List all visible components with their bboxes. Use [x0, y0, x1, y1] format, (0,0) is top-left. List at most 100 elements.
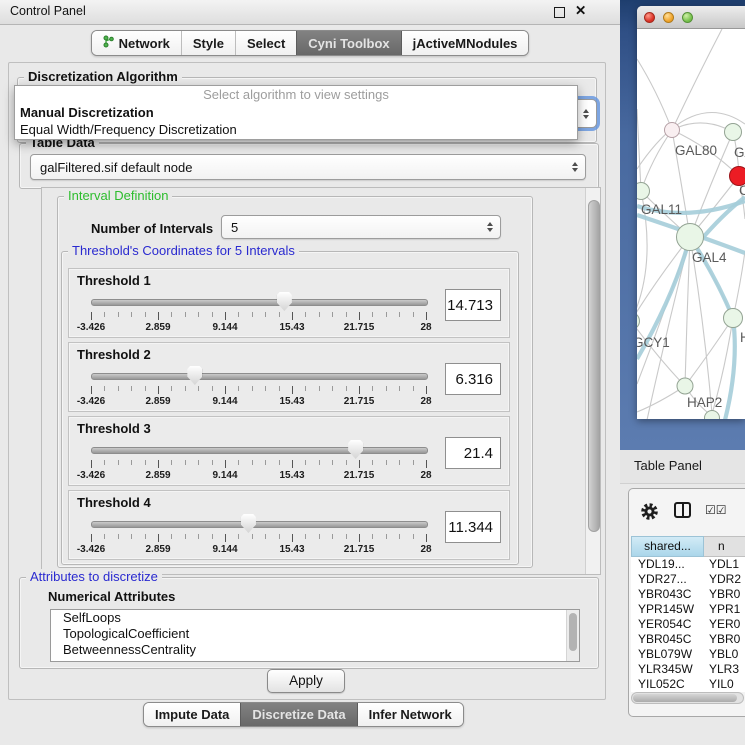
number-of-intervals-label: Number of Intervals [91, 221, 213, 236]
cyni-toolbox-content: Discretization Algorithm Select algorith… [8, 62, 606, 700]
threshold-value-field[interactable]: 11.344 [445, 511, 501, 543]
tab-jactivemnodules[interactable]: jActiveMNodules [401, 31, 529, 55]
slider-tick-labels: -3.4262.8599.14415.4321.71528 [91, 322, 426, 334]
threshold-value-field[interactable]: 6.316 [445, 363, 501, 395]
slider-thumb[interactable] [241, 514, 256, 533]
table-panel-toolbar: ☑☑ [629, 489, 745, 536]
table-row[interactable]: YER054CYER0 [631, 617, 745, 632]
slider-track[interactable] [91, 521, 428, 528]
table-row[interactable]: YBL079WYBL0 [631, 647, 745, 662]
tick-label: -3.426 [77, 544, 105, 555]
table-row[interactable]: YBR043CYBR0 [631, 587, 745, 602]
gear-icon[interactable] [640, 502, 659, 526]
dropdown-prompt-item[interactable]: Select algorithm to view settings [15, 86, 577, 104]
table-cell: YPR145W [631, 602, 704, 617]
tab-cyni-toolbox[interactable]: Cyni Toolbox [296, 31, 400, 55]
network-edge [733, 251, 745, 318]
node-gcy1[interactable] [637, 313, 640, 330]
tab-label: Select [247, 36, 285, 51]
interval-scrollbar[interactable] [585, 188, 600, 574]
screen: Control Panel ✕ Network Style Select Cyni T… [0, 0, 745, 745]
tick-label: -3.426 [77, 396, 105, 407]
network-edge [641, 130, 672, 191]
table-horizontal-scrollbar-thumb[interactable] [633, 694, 737, 702]
tick-label: -3.426 [77, 322, 105, 333]
tab-network[interactable]: Network [92, 31, 181, 55]
node-hap2[interactable] [677, 378, 693, 394]
slider-ticks [91, 460, 426, 469]
table-row[interactable]: YBR045CYBR0 [631, 632, 745, 647]
threshold-value-field[interactable]: 14.713 [445, 289, 501, 321]
network-node-label: GAL80 [675, 143, 717, 158]
table-panel-box: ☑☑ shared...n YDL19...YDL1YDR27...YDR2YB… [628, 488, 745, 717]
table-column-header[interactable]: shared... [631, 536, 704, 557]
thresholds-group: Threshold's Coordinates for 5 Intervals … [61, 251, 519, 565]
network-node-label: GCY1 [637, 335, 670, 350]
interval-scrollbar-thumb[interactable] [588, 200, 600, 532]
split-columns-icon[interactable] [674, 502, 691, 518]
node-gal11[interactable] [637, 183, 650, 200]
bottom-tab-infer-network[interactable]: Infer Network [357, 703, 463, 726]
attributes-group: Attributes to discretize Numerical Attri… [19, 577, 599, 669]
attributes-scrollbar-thumb[interactable] [569, 613, 577, 651]
close-icon[interactable]: ✕ [575, 3, 586, 19]
combo-arrows-icon [572, 162, 578, 172]
network-edge [672, 123, 733, 132]
node-upper-right[interactable] [725, 124, 742, 141]
slider-track[interactable] [91, 373, 428, 380]
network-node-label: C [739, 183, 745, 198]
select-columns-icon[interactable]: ☑☑ [705, 503, 727, 517]
threshold-value-field[interactable]: 21.4 [445, 437, 501, 469]
network-node-label: HAP2 [687, 395, 722, 410]
table-row[interactable]: YDR27...YDR2 [631, 572, 745, 587]
table-cell: YBL0 [704, 647, 745, 662]
table-data-combobox[interactable]: galFiltered.sif default node [30, 154, 586, 180]
tick-label: 28 [420, 470, 431, 481]
node-gal80[interactable] [665, 123, 680, 138]
table-row[interactable]: YIL052CYIL0 [631, 677, 745, 692]
attribute-list-item[interactable]: TopologicalCoefficient [51, 626, 579, 642]
top-tab-group: Network Style Select Cyni ToolboxjActiveMNo… [91, 30, 530, 56]
network-node-label: GAL11 [641, 202, 682, 217]
bottom-tab-impute-data[interactable]: Impute Data [144, 703, 240, 726]
attributes-scrollbar[interactable] [566, 610, 579, 661]
number-of-intervals-combobox[interactable]: 5 [221, 215, 501, 239]
table-column-header[interactable]: n [704, 536, 745, 557]
numerical-attributes-list[interactable]: SelfLoopsTopologicalCoefficientBetweenne… [50, 609, 580, 662]
slider-thumb[interactable] [187, 366, 202, 385]
dropdown-item[interactable]: Equal Width/Frequency Discretization [15, 121, 577, 138]
algorithm-dropdown-popup: Select algorithm to view settings Manual… [14, 85, 578, 140]
slider-track[interactable] [91, 299, 428, 306]
node-gal4[interactable] [677, 224, 704, 251]
tick-label: 2.859 [145, 470, 170, 481]
apply-button[interactable]: Apply [267, 669, 345, 693]
network-canvas[interactable]: GAL80GACGAL11GAL4GCY1HHAP2 [637, 29, 745, 419]
control-panel-window: Control Panel ✕ Network Style Select Cyni T… [0, 0, 620, 745]
interval-scroll-area: Interval Definition Number of Intervals … [41, 187, 601, 575]
table-cell: YER054C [631, 617, 704, 632]
table-row[interactable]: YPR145WYPR1 [631, 602, 745, 617]
slider-track[interactable] [91, 447, 428, 454]
control-panel-titlebar: Control Panel ✕ [0, 0, 620, 25]
dropdown-item[interactable]: Manual Discretization [15, 104, 577, 121]
minimize-traffic-light-icon[interactable] [663, 12, 674, 23]
tick-label: 15.43 [279, 322, 304, 333]
zoom-traffic-light-icon[interactable] [682, 12, 693, 23]
tab-label: Style [193, 36, 224, 51]
node-right-mid[interactable] [724, 309, 743, 328]
close-traffic-light-icon[interactable] [644, 12, 655, 23]
tick-label: 15.43 [279, 396, 304, 407]
table-horizontal-scrollbar[interactable] [631, 692, 744, 704]
table-cell: YBR043C [631, 587, 704, 602]
tab-select[interactable]: Select [235, 31, 296, 55]
float-window-icon[interactable] [554, 7, 565, 18]
table-row[interactable]: YLR345WYLR3 [631, 662, 745, 677]
slider-thumb[interactable] [277, 292, 292, 311]
slider-thumb[interactable] [348, 440, 363, 459]
table-row[interactable]: YDL19...YDL1 [631, 557, 745, 572]
bottom-tab-discretize-data[interactable]: Discretize Data [240, 703, 356, 726]
tab-style[interactable]: Style [181, 31, 235, 55]
slider-tick-labels: -3.4262.8599.14415.4321.71528 [91, 544, 426, 556]
attribute-list-item[interactable]: BetweennessCentrality [51, 642, 579, 658]
attribute-list-item[interactable]: SelfLoops [51, 610, 579, 626]
